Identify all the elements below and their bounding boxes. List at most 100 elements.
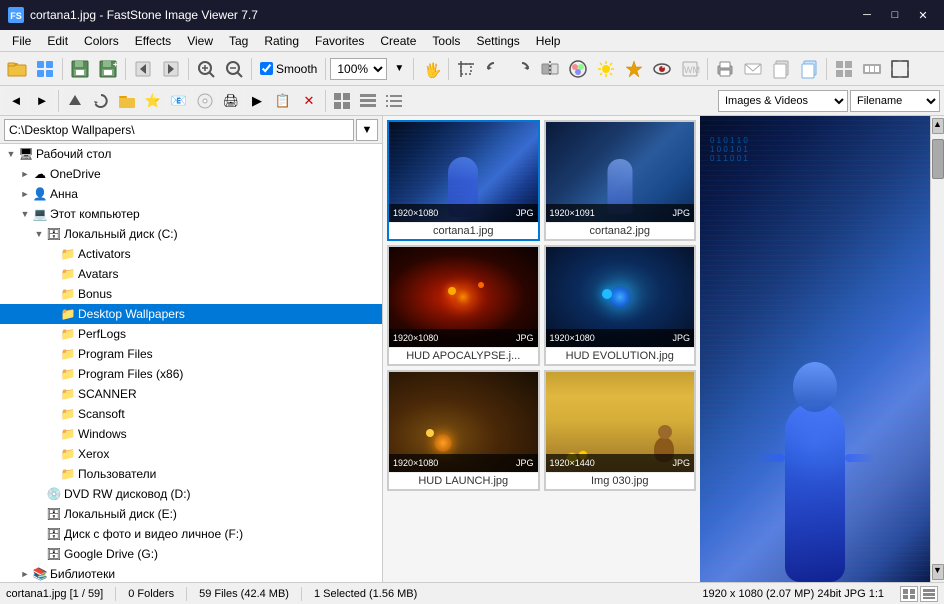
pan-tool-button[interactable]: 🖐	[418, 56, 444, 82]
tree-item-scansoft[interactable]: 📁 Scansoft	[0, 404, 382, 424]
zoom-out-button[interactable]	[221, 56, 247, 82]
grid-view-button[interactable]	[831, 56, 857, 82]
tree-item-activators[interactable]: 📁 Activators	[0, 244, 382, 264]
tree-item-avatars[interactable]: 📁 Avatars	[0, 264, 382, 284]
menu-file[interactable]: File	[4, 32, 39, 50]
address-go-button[interactable]: ▼	[356, 119, 378, 141]
menu-help[interactable]: Help	[528, 32, 569, 50]
open-btn2[interactable]	[115, 89, 139, 113]
menu-tag[interactable]: Tag	[221, 32, 256, 50]
menu-view[interactable]: View	[179, 32, 221, 50]
fullscreen-button[interactable]	[887, 56, 913, 82]
copy2-button[interactable]	[796, 56, 822, 82]
strip-view-button[interactable]	[859, 56, 885, 82]
zoom-in-button[interactable]	[193, 56, 219, 82]
details-view-btn[interactable]	[356, 89, 380, 113]
save-button[interactable]	[67, 56, 93, 82]
list-view-btn[interactable]	[382, 89, 406, 113]
tree-item-dvdrw[interactable]: 💿 DVD RW дисковод (D:)	[0, 484, 382, 504]
thumb-hud-launch[interactable]: 1920×1080 JPG HUD LAUNCH.jpg	[387, 370, 540, 491]
slideshow-button[interactable]: ▶	[245, 89, 269, 113]
smooth-toggle[interactable]: Smooth	[256, 60, 321, 78]
sun-button[interactable]	[593, 56, 619, 82]
cd-button[interactable]	[193, 89, 217, 113]
smooth-checkbox[interactable]	[260, 62, 273, 75]
thumb-cortana1[interactable]: 1920×1080 JPG cortana1.jpg	[387, 120, 540, 241]
thumb-img030[interactable]: 1920×1440 JPG Img 030.jpg	[544, 370, 697, 491]
thumb-hud-evol[interactable]: 1920×1080 JPG HUD EVOLUTION.jpg	[544, 245, 697, 366]
tree-item-fdisk[interactable]: 🗄 Диск с фото и видео личное (F:)	[0, 524, 382, 544]
open-folder-button[interactable]	[4, 56, 30, 82]
tree-item-googledrive[interactable]: 🗄 Google Drive (G:)	[0, 544, 382, 564]
rotate-right-button[interactable]	[509, 56, 535, 82]
filter-select[interactable]: Images & Videos Images Videos All Files	[718, 90, 848, 112]
menu-effects[interactable]: Effects	[127, 32, 179, 50]
menu-favorites[interactable]: Favorites	[307, 32, 372, 50]
tree-item-edisk[interactable]: 🗄 Локальный диск (E:)	[0, 504, 382, 524]
sort-select[interactable]: Filename Date Size Type	[850, 90, 940, 112]
zoom-select[interactable]: 100% 50% 75% 150% 200% Fit	[330, 58, 387, 80]
copy-button[interactable]	[768, 56, 794, 82]
prev-image-button[interactable]	[130, 56, 156, 82]
address-input[interactable]	[4, 119, 354, 141]
menu-edit[interactable]: Edit	[39, 32, 76, 50]
email-btn2[interactable]: 📧	[167, 89, 191, 113]
svg-text:WM: WM	[684, 65, 700, 75]
tree-item-desktop[interactable]: ▼ 🖥 Рабочий стол	[0, 144, 382, 164]
crop-button[interactable]	[453, 56, 479, 82]
next-image-button[interactable]	[158, 56, 184, 82]
close-button[interactable]: ✕	[910, 5, 936, 25]
save-as-button[interactable]: +	[95, 56, 121, 82]
menu-tools[interactable]: Tools	[424, 32, 468, 50]
scroll-thumb[interactable]	[932, 139, 944, 179]
tree-item-programfilesx86[interactable]: 📁 Program Files (x86)	[0, 364, 382, 384]
nav-forward-button[interactable]: ►	[30, 89, 54, 113]
maximize-button[interactable]: □	[882, 5, 908, 25]
tree-item-onedrive[interactable]: ► ☁ OneDrive	[0, 164, 382, 184]
tree-item-cdisk[interactable]: ▼ 🗄 Локальный диск (C:)	[0, 224, 382, 244]
browse-button[interactable]	[32, 56, 58, 82]
go-up-button[interactable]	[63, 89, 87, 113]
rotate-left-button[interactable]	[481, 56, 507, 82]
bookmark-button[interactable]: ⭐	[141, 89, 165, 113]
scroll-down-button[interactable]: ▼	[932, 564, 944, 580]
zoom-apply-button[interactable]: ▼	[389, 56, 409, 82]
nav-back-button[interactable]: ◄	[4, 89, 28, 113]
color-adj-button[interactable]	[565, 56, 591, 82]
thumbnail-scrollbar[interactable]: ▲ ▼	[930, 116, 944, 582]
tree-item-anna[interactable]: ► 👤 Анна	[0, 184, 382, 204]
tree-item-xerox[interactable]: 📁 Xerox	[0, 444, 382, 464]
tree-item-windows[interactable]: 📁 Windows	[0, 424, 382, 444]
refresh-button[interactable]	[89, 89, 113, 113]
minimize-button[interactable]: ─	[854, 5, 880, 25]
thumb-hud-apoc[interactable]: 1920×1080 JPG HUD APOCALYPSE.j...	[387, 245, 540, 366]
flip-h-button[interactable]	[537, 56, 563, 82]
effects-button[interactable]	[621, 56, 647, 82]
delete-button[interactable]: ✕	[297, 89, 321, 113]
tree-item-programfiles[interactable]: 📁 Program Files	[0, 344, 382, 364]
red-eye-button[interactable]	[649, 56, 675, 82]
tree-item-perflogs[interactable]: 📁 PerfLogs	[0, 324, 382, 344]
tree-item-bonus[interactable]: 📁 Bonus	[0, 284, 382, 304]
watermark-button[interactable]: WM	[677, 56, 703, 82]
menu-colors[interactable]: Colors	[76, 32, 127, 50]
print-btn2[interactable]: 🖨	[219, 89, 243, 113]
menu-rating[interactable]: Rating	[256, 32, 307, 50]
status-icon-1[interactable]	[900, 586, 918, 602]
tree-item-users[interactable]: 📁 Пользователи	[0, 464, 382, 484]
expand-icon	[32, 527, 46, 541]
thumb-cortana2[interactable]: 1920×1091 JPG cortana2.jpg	[544, 120, 697, 241]
menu-settings[interactable]: Settings	[468, 32, 527, 50]
thumb-view-btn[interactable]	[330, 89, 354, 113]
email-button[interactable]	[740, 56, 766, 82]
thumb-image: 1920×1080 JPG	[389, 247, 538, 347]
clipboard-button[interactable]: 📋	[271, 89, 295, 113]
status-icon-2[interactable]	[920, 586, 938, 602]
menu-create[interactable]: Create	[372, 32, 424, 50]
tree-item-desktop-wallpapers[interactable]: 📁 Desktop Wallpapers	[0, 304, 382, 324]
print-button[interactable]	[712, 56, 738, 82]
scroll-up-button[interactable]: ▲	[932, 118, 944, 134]
tree-item-thispc[interactable]: ▼ 💻 Этот компьютер	[0, 204, 382, 224]
tree-item-libraries[interactable]: ► 📚 Библиотеки	[0, 564, 382, 582]
tree-item-scanner[interactable]: 📁 SCANNER	[0, 384, 382, 404]
